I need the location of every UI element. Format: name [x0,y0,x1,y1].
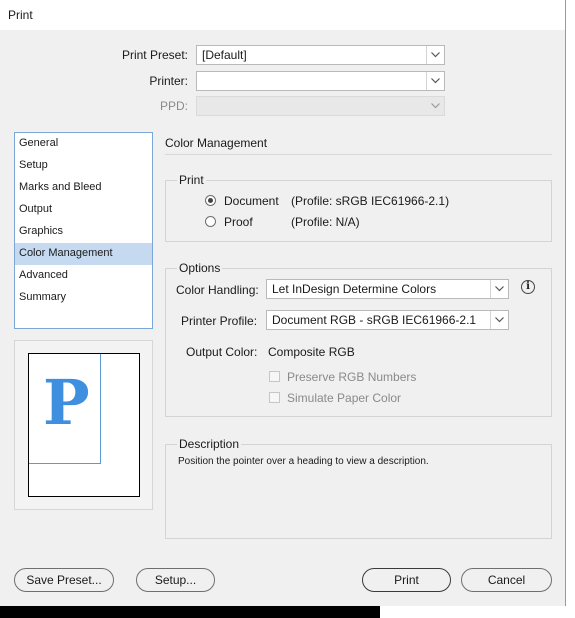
sidebar-item-label: Marks and Bleed [19,181,102,193]
options-group-label: Options [177,261,223,275]
sidebar-item-summary[interactable]: Summary [15,287,152,309]
description-text: Position the pointer over a heading to v… [178,456,429,467]
proof-profile-text: (Profile: N/A) [291,215,360,229]
category-list: General Setup Marks and Bleed Output Gra… [14,132,153,329]
output-color-value: Composite RGB [268,345,355,359]
document-radio-label: Document [224,194,279,208]
color-handling-dropdown[interactable]: Let InDesign Determine Colors [266,279,509,299]
sidebar-item-label: General [19,137,59,149]
print-groupbox [165,180,552,242]
sidebar-item-label: Output [19,203,53,215]
info-icon[interactable]: i [521,280,535,294]
proof-radio-label: Proof [224,215,253,229]
color-handling-value: Let InDesign Determine Colors [272,282,437,296]
print-group-label: Print [177,173,206,187]
ppd-label: PPD: [159,99,188,113]
sidebar-item-label: Advanced [19,269,68,281]
chevron-down-icon [426,46,444,64]
setup-button[interactable]: Setup... [136,568,215,592]
print-preset-dropdown[interactable]: [Default] [196,45,445,65]
document-profile-text: (Profile: sRGB IEC61966-2.1) [291,194,450,208]
printer-dropdown[interactable] [196,71,445,91]
proof-radio[interactable] [205,216,216,227]
print-dialog: Print Print Preset: [Default] Printer: P… [0,0,566,606]
save-preset-button[interactable]: Save Preset... [14,568,114,592]
radio-dot [208,198,213,203]
sidebar-item-general[interactable]: General [15,133,152,155]
preserve-rgb-checkbox [269,371,280,382]
simulate-paper-checkbox [269,392,280,403]
sidebar-item-output[interactable]: Output [15,199,152,221]
section-title: Color Management [165,136,268,150]
sidebar-item-label: Setup [19,159,48,171]
sidebar-item-setup[interactable]: Setup [15,155,152,177]
print-button[interactable]: Print [362,568,451,592]
chevron-down-icon [490,311,508,329]
window-title: Print [8,8,33,22]
preview-glyph: P [43,366,90,439]
printer-profile-value: Document RGB - sRGB IEC61966-2.1 [272,313,477,327]
background-window [380,606,575,618]
printer-profile-dropdown[interactable]: Document RGB - sRGB IEC61966-2.1 [266,310,509,330]
chevron-down-icon [490,280,508,298]
page-preview: P [14,340,153,510]
sidebar-item-label: Summary [19,291,67,303]
sidebar-item-marks-and-bleed[interactable]: Marks and Bleed [15,177,152,199]
sidebar-item-color-management[interactable]: Color Management [15,243,152,265]
sidebar-item-advanced[interactable]: Advanced [15,265,152,287]
document-radio[interactable] [205,195,216,206]
printer-profile-label: Printer Profile: [181,314,258,328]
simulate-paper-label: Simulate Paper Color [287,391,402,405]
print-preset-value: [Default] [202,48,247,62]
background-window-edge [566,0,575,606]
ppd-dropdown [196,96,445,116]
chevron-down-icon [427,97,444,115]
cancel-button[interactable]: Cancel [461,568,552,592]
sidebar-item-label: Graphics [19,225,64,237]
section-divider [165,154,552,155]
color-handling-label: Color Handling: [176,283,259,297]
title-bar: Print [0,0,565,30]
printer-label: Printer: [149,74,188,88]
sidebar-item-label: Color Management [19,247,113,259]
taskbar-strip [0,606,575,618]
print-preset-label: Print Preset: [121,48,188,62]
preview-page: P [28,353,140,497]
preserve-rgb-label: Preserve RGB Numbers [287,370,417,384]
chevron-down-icon [426,72,444,90]
output-color-label: Output Color: [186,345,258,359]
description-group-label: Description [177,437,242,451]
sidebar-item-graphics[interactable]: Graphics [15,221,152,243]
